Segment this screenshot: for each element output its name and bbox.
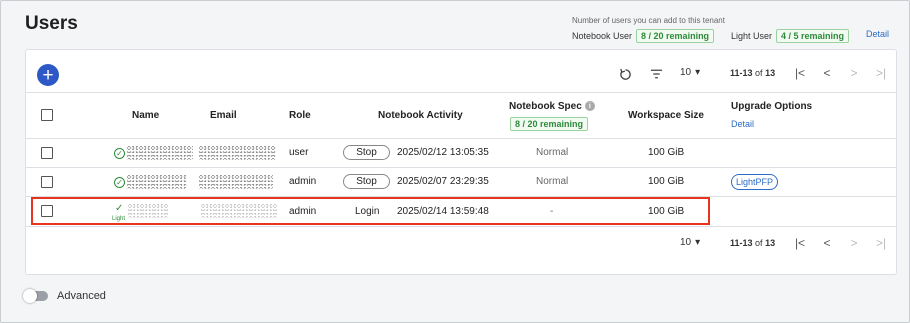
chevron-down-icon: ▾ <box>695 237 701 248</box>
column-header-role[interactable]: Role <box>289 110 311 121</box>
notebook-user-remaining-badge: 8 / 20 remaining <box>636 29 715 43</box>
role-cell: user <box>289 147 309 158</box>
role-cell: admin <box>289 176 317 187</box>
notebook-user-quota: Notebook User 8 / 20 remaining <box>572 29 715 43</box>
activity-time: 2025/02/12 13:05:35 <box>397 147 489 158</box>
light-user-label: Light User <box>731 31 773 41</box>
workspace-size-cell: 100 GiB <box>648 147 685 158</box>
row-checkbox[interactable] <box>41 176 53 188</box>
row-checkbox[interactable] <box>41 147 53 159</box>
last-page-icon[interactable]: >| <box>875 66 887 80</box>
notebook-spec-remaining-badge: 8 / 20 remaining <box>510 117 589 131</box>
page-size-select[interactable]: 10 ▾ <box>680 67 700 78</box>
filter-icon[interactable] <box>648 66 664 82</box>
light-user-remaining-badge: 4 / 5 remaining <box>776 29 850 43</box>
first-page-icon[interactable]: |< <box>794 66 806 80</box>
prev-page-icon[interactable]: < <box>821 66 833 80</box>
select-all-checkbox[interactable] <box>41 109 53 121</box>
next-page-icon[interactable]: > <box>848 66 860 80</box>
pager-range: 11-13 of 13 <box>730 68 776 78</box>
redacted-email <box>199 145 276 160</box>
redacted-name <box>127 174 187 189</box>
stop-button[interactable]: Stop <box>343 174 390 189</box>
chevron-down-icon: ▾ <box>695 67 701 78</box>
divider <box>26 138 896 139</box>
notebook-spec-cell: Normal <box>536 147 569 158</box>
add-user-button[interactable]: + <box>37 64 59 86</box>
notebook-spec-cell: Normal <box>536 176 569 187</box>
page-title: Users <box>25 13 78 34</box>
activity-time: 2025/02/07 23:29:35 <box>397 176 489 187</box>
column-header-workspace-size[interactable]: Workspace Size <box>628 110 704 121</box>
workspace-size-cell: 100 GiB <box>648 176 685 187</box>
highlight-box <box>31 197 710 225</box>
page-size-value: 10 <box>680 67 692 78</box>
column-header-name[interactable]: Name <box>132 110 159 121</box>
divider <box>26 92 896 93</box>
light-user-quota: Light User 4 / 5 remaining <box>731 29 850 43</box>
active-check-icon: ✓ <box>114 148 125 159</box>
quota-header: Number of users you can add to this tena… <box>572 16 725 25</box>
advanced-label: Advanced <box>57 290 106 302</box>
stop-button[interactable]: Stop <box>343 145 390 160</box>
column-header-email[interactable]: Email <box>210 110 237 121</box>
redacted-email <box>199 174 273 189</box>
page-size-value: 10 <box>680 237 692 248</box>
plus-icon: + <box>42 64 54 86</box>
upgrade-option-pill[interactable]: LightPFP <box>731 174 779 190</box>
refresh-icon[interactable] <box>617 66 633 82</box>
info-icon[interactable]: i <box>584 101 595 112</box>
prev-page-icon[interactable]: < <box>821 236 833 250</box>
column-header-upgrade-options: Upgrade Options <box>731 101 813 112</box>
advanced-toggle[interactable] <box>23 289 48 303</box>
upgrade-detail-link[interactable]: Detail <box>731 119 754 129</box>
first-page-icon[interactable]: |< <box>794 236 806 250</box>
last-page-icon[interactable]: >| <box>875 236 887 250</box>
divider <box>26 167 896 168</box>
redacted-name <box>127 145 193 160</box>
page-size-select[interactable]: 10 ▾ <box>680 237 700 248</box>
next-page-icon[interactable]: > <box>848 236 860 250</box>
quota-detail-link[interactable]: Detail <box>866 29 889 39</box>
column-header-notebook-spec[interactable]: Notebook Spec i <box>509 101 595 112</box>
pager-range: 11-13 of 13 <box>730 238 776 248</box>
divider <box>26 226 896 227</box>
notebook-user-label: Notebook User <box>572 31 633 41</box>
active-check-icon: ✓ <box>114 177 125 188</box>
column-header-notebook-activity[interactable]: Notebook Activity <box>378 110 463 121</box>
